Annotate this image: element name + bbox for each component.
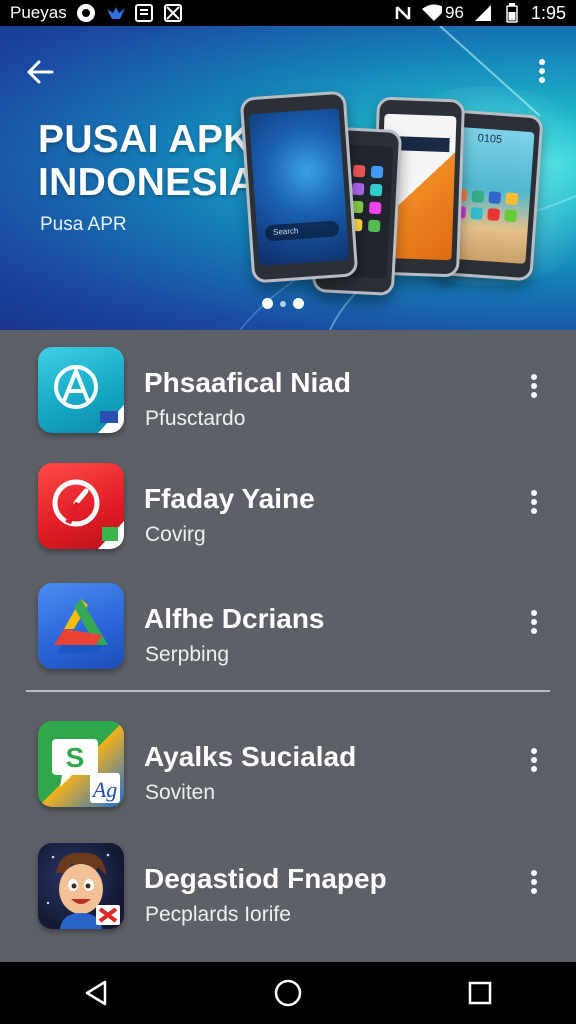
hero-banner[interactable]: PUSAI APK INDONESIA Pusa APR 0105 Search: [0, 26, 576, 330]
battery-icon: [502, 3, 522, 23]
carousel-dot-2[interactable]: [280, 300, 286, 307]
carousel-indicator[interactable]: [262, 298, 304, 309]
svg-text:Ag: Ag: [91, 777, 117, 802]
item-more-button[interactable]: [524, 487, 544, 517]
back-button[interactable]: [22, 54, 58, 90]
app-title: Alfhe Dcrians: [144, 603, 325, 634]
square-recents-icon: [468, 981, 492, 1005]
phones-illustration: 0105 Search: [239, 84, 546, 314]
nfc-icon: [393, 3, 413, 23]
more-vert-icon: [531, 490, 537, 514]
list-item[interactable]: Degastiod Fnapep Pecplards Iorife: [0, 843, 576, 943]
list-item[interactable]: Phsaafical Niad Pfusctardo: [0, 347, 576, 447]
list-item[interactable]: S Ag Ayalks Sucialad Soviten: [0, 721, 576, 821]
carousel-dot-3[interactable]: [293, 298, 304, 309]
record-icon: [76, 3, 96, 23]
list-item[interactable]: Alfhe Dcrians Serpbing: [0, 583, 576, 683]
item-more-button[interactable]: [524, 607, 544, 637]
nav-recents-button[interactable]: [460, 973, 500, 1013]
app-title: Ayalks Sucialad: [144, 741, 357, 772]
item-more-button[interactable]: [524, 745, 544, 775]
status-bar: Pueyas 96 1:95: [0, 0, 576, 26]
phone-image-1: Search: [239, 90, 359, 284]
app-subtitle: Serpbing: [145, 643, 230, 666]
compass-a-app-icon: [38, 347, 124, 433]
app-subtitle: Covirg: [145, 523, 206, 546]
banner-subtitle: Pusa APR: [40, 214, 127, 235]
more-vert-icon: [531, 870, 537, 894]
nav-home-button[interactable]: [268, 973, 308, 1013]
app-subtitle: Pecplards Iorife: [145, 903, 291, 926]
svg-text:S: S: [66, 742, 85, 773]
circle-home-icon: [274, 979, 302, 1007]
more-vert-icon: [531, 374, 537, 398]
banner-more-button[interactable]: [532, 54, 552, 88]
app-subtitle: Soviten: [145, 781, 216, 804]
app-title: Ffaday Yaine: [144, 483, 315, 514]
app-title: Degastiod Fnapep: [144, 863, 387, 894]
phone-search-bar: Search: [264, 220, 340, 242]
box-icon: [134, 3, 154, 23]
list-divider: [26, 690, 550, 692]
image-icon: [163, 3, 183, 23]
signal-icon: [473, 3, 493, 23]
triangle-back-icon: [85, 980, 107, 1006]
bird-icon: [105, 3, 125, 23]
cartoon-avatar-app-icon: [38, 843, 124, 929]
battery-percent: 96: [445, 3, 464, 22]
more-vert-icon: [539, 59, 545, 83]
chat-s-app-icon: S Ag: [38, 721, 124, 807]
app-subtitle: Pfusctardo: [145, 407, 246, 430]
red-timer-app-icon: [38, 463, 124, 549]
clock: 1:95: [530, 2, 566, 23]
system-nav-bar: [0, 962, 576, 1024]
item-more-button[interactable]: [524, 867, 544, 897]
carrier-label: Pueyas: [10, 3, 67, 22]
carousel-dot-1[interactable]: [262, 298, 273, 309]
drive-triangle-app-icon: [38, 583, 124, 669]
more-vert-icon: [531, 748, 537, 772]
app-title: Phsaafical Niad: [144, 367, 351, 398]
wifi-icon: [422, 3, 443, 23]
more-vert-icon: [531, 610, 537, 634]
item-more-button[interactable]: [524, 371, 544, 401]
nav-back-button[interactable]: [76, 973, 116, 1013]
list-item[interactable]: Ffaday Yaine Covirg: [0, 463, 576, 563]
back-arrow-icon: [27, 60, 54, 84]
